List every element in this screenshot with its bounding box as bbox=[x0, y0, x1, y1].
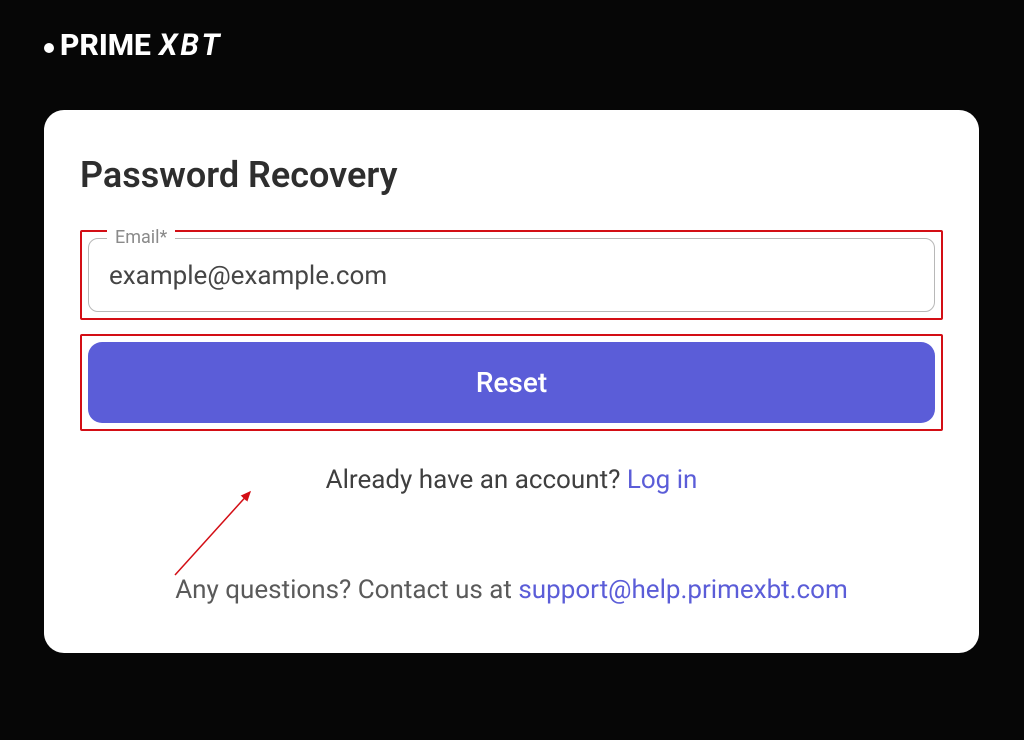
already-have-account-text: Already have an account? Log in bbox=[80, 465, 943, 495]
email-fieldset: Email* bbox=[88, 238, 935, 312]
already-text: Already have an account? bbox=[326, 465, 627, 495]
questions-text: Any questions? Contact us at bbox=[175, 575, 518, 605]
login-link[interactable]: Log in bbox=[627, 465, 698, 495]
email-highlight-box: Email* bbox=[80, 230, 943, 320]
logo-text-xbt: XBT bbox=[159, 28, 223, 63]
page-title: Password Recovery bbox=[80, 154, 943, 196]
email-field[interactable] bbox=[109, 261, 914, 291]
brand-logo: PRIME XBT bbox=[44, 28, 223, 63]
reset-highlight-box: Reset bbox=[80, 334, 943, 431]
logo-text-prime: PRIME bbox=[60, 28, 151, 63]
email-label: Email* bbox=[107, 227, 175, 248]
support-contact-text: Any questions? Contact us at support@hel… bbox=[80, 575, 943, 605]
reset-button[interactable]: Reset bbox=[88, 342, 935, 423]
password-recovery-card: Password Recovery Email* Reset Already h… bbox=[44, 110, 979, 653]
support-email-link[interactable]: support@help.primexbt.com bbox=[518, 575, 847, 605]
logo-dot-icon bbox=[44, 43, 54, 53]
